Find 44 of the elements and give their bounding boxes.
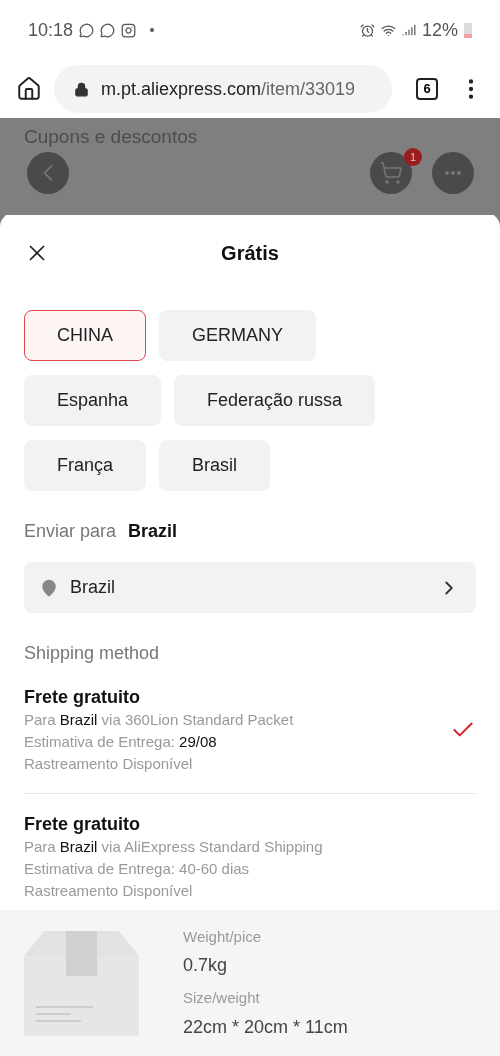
option-detail: Para Brazil via 360Lion Standard Packet (24, 710, 295, 730)
tab-count-button[interactable]: 6 (416, 78, 438, 100)
url-bar[interactable]: m.pt.aliexpress.com/item/33019 (54, 65, 392, 113)
battery-icon (464, 22, 472, 38)
option-title: Frete gratuito (24, 813, 141, 836)
shipping-method-heading: Shipping method (23, 642, 161, 665)
weight-value: 0.7kg (183, 954, 229, 977)
chat-icon (79, 22, 95, 38)
size-label: Size/weight (183, 988, 261, 1008)
package-box-icon (24, 930, 139, 1036)
option-detail: Rastreamento Disponível (24, 754, 194, 774)
wifi-icon (380, 22, 396, 38)
origin-chip[interactable]: França (24, 440, 147, 491)
url-text: m.pt.aliexpress.com/item/33019 (101, 77, 356, 101)
shipping-option[interactable]: Frete gratuito Para Brazil via AliExpress Standard Shipping Estimativa de Entrega: 40-60 dias Rastreamento Disponível (24, 812, 476, 902)
option-detail: Estimativa de Entrega: 29/08 (24, 732, 218, 752)
size-value: 22cm * 20cm * 11cm (183, 1015, 348, 1039)
battery-percent: 12% (421, 18, 458, 42)
origin-chip[interactable]: CHINA (24, 310, 146, 361)
lock-icon (74, 81, 89, 97)
weight-label: Weight/pice (183, 926, 263, 947)
ship-to-value: Brazil (128, 520, 178, 543)
option-detail: Para Brazil via AliExpress Standard Shipping (24, 837, 324, 857)
status-time: 10:18 (28, 18, 74, 42)
option-title: Frete gratuito (24, 686, 141, 709)
sheet-title: Grátis (221, 241, 279, 266)
home-icon[interactable] (16, 76, 42, 102)
camera-icon (121, 22, 137, 38)
ship-to-label: Enviar para (24, 520, 117, 543)
shipping-option[interactable]: Frete gratuito Para Brazil via 360Lion Standard Packet Estimativa de Entrega: 29/08 Rastreamento Disponível (24, 685, 476, 794)
option-detail: Rastreamento Disponível (24, 881, 194, 901)
message-icon (100, 22, 116, 38)
origin-chip[interactable]: Brasil (159, 440, 271, 491)
option-detail: Estimativa de Entrega: 40-60 dias (24, 859, 251, 879)
signal-icon (401, 23, 416, 37)
cart-badge: 1 (404, 148, 422, 166)
more-icon (445, 171, 461, 175)
origin-chip[interactable]: GERMANY (159, 310, 317, 361)
origin-chip[interactable]: Espanha (24, 375, 162, 426)
location-pin-icon (40, 578, 58, 597)
origin-chip[interactable]: Federação russa (174, 375, 376, 426)
location-selector[interactable]: Brazil (24, 562, 476, 613)
cart-icon (379, 161, 403, 185)
alarm-icon (359, 22, 375, 38)
